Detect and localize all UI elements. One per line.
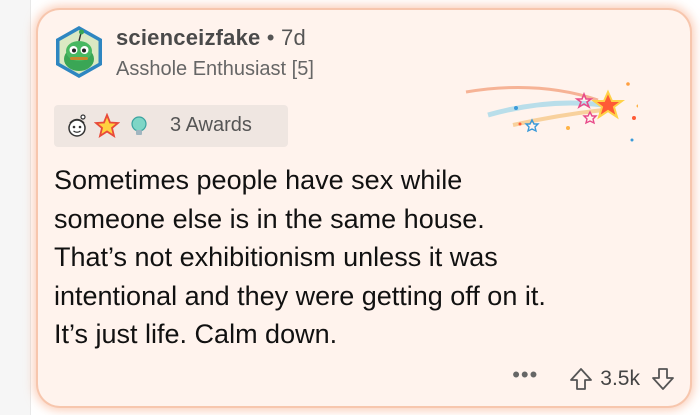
comment-age: 7d: [281, 25, 306, 50]
comment-body-line: It’s just life. Calm down.: [54, 319, 338, 349]
user-flair: Asshole Enthusiast [5]: [116, 58, 314, 80]
lightbulb-award-icon: [131, 116, 147, 135]
meta-separator: •: [266, 25, 275, 50]
comment-body-line: Sometimes people have sex while: [54, 165, 463, 195]
awards-count: 3 Awards: [170, 114, 252, 136]
gold-head-award-icon: [68, 114, 86, 137]
more-options-button[interactable]: •••: [512, 362, 538, 388]
vote-score: 3.5k: [600, 367, 640, 390]
downvote-arrow-icon[interactable]: [650, 366, 676, 392]
comment-actions: ••• 3.5k: [512, 362, 676, 394]
author-username[interactable]: scienceizfake: [116, 25, 260, 50]
comment-author-line: scienceizfake • 7d: [116, 25, 306, 51]
comment-body-line: intentional and they were getting off on…: [54, 280, 546, 311]
comment-card: scienceizfake • 7d Asshole Enthusiast [5…: [38, 10, 690, 406]
star-struck-award-icon: [94, 113, 120, 138]
awards-bar[interactable]: 3 Awards: [54, 105, 288, 147]
comment-body: Sometimes people have sex while someone …: [54, 161, 684, 354]
upvote-arrow-icon[interactable]: [568, 366, 594, 392]
snoo-avatar-icon[interactable]: [50, 23, 108, 81]
thread-line-column: [0, 0, 31, 415]
comment-body-line: someone else is in the same house.: [54, 203, 485, 234]
comment-body-line: That’s not exhibitionism unless it was: [54, 242, 498, 272]
shooting-star-banner-icon: [465, 82, 638, 142]
